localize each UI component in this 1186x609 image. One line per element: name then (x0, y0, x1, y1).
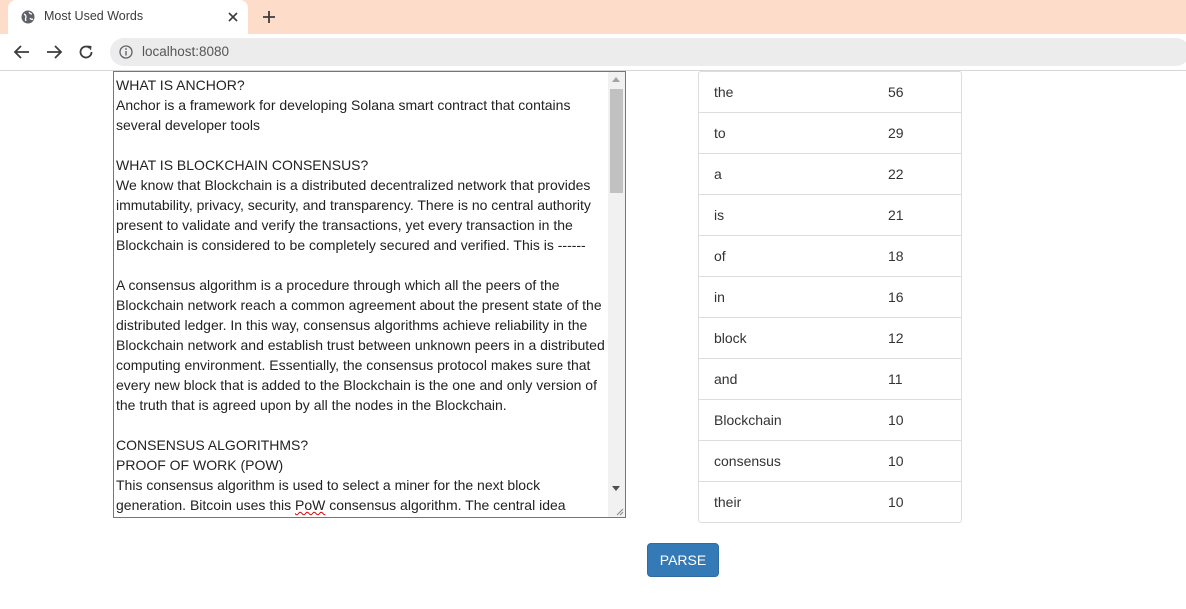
word-cell: the (714, 84, 734, 100)
table-row: in 16 (699, 276, 961, 317)
vertical-scrollbar[interactable] (608, 72, 625, 517)
table-row: consensus 10 (699, 440, 961, 481)
word-count-table: the 56 to 29 a 22 is 21 of 18 in 16 block 12 and 11 Bloc… (698, 71, 962, 523)
table-row: block 12 (699, 317, 961, 358)
count-cell: 10 (888, 453, 904, 469)
tab-title: Most Used Words (44, 9, 144, 23)
browser-toolbar: localhost:8080 (0, 34, 1186, 71)
word-cell: and (714, 371, 738, 387)
tab-strip: Most Used Words (0, 0, 1186, 34)
table-row: of 18 (699, 235, 961, 276)
word-cell: consensus (714, 453, 781, 469)
word-cell: their (714, 494, 742, 510)
word-cell: to (714, 125, 726, 141)
info-icon[interactable] (119, 45, 133, 59)
textarea-content: WHAT IS ANCHOR? Anchor is a framework fo… (116, 75, 608, 515)
word-cell: in (714, 289, 725, 305)
word-cell: a (714, 166, 722, 182)
table-row: the 56 (699, 72, 961, 112)
count-cell: 11 (888, 371, 903, 387)
table-row: to 29 (699, 112, 961, 153)
url-text: localhost:8080 (142, 44, 230, 59)
address-bar[interactable]: localhost:8080 (110, 38, 1186, 66)
count-cell: 16 (888, 289, 904, 305)
scroll-down-arrow-icon[interactable] (612, 486, 620, 491)
scrollbar-thumb[interactable] (610, 89, 623, 193)
textarea-text-main: WHAT IS ANCHOR? Anchor is a framework fo… (116, 77, 605, 513)
browser-tab[interactable]: Most Used Words (8, 0, 248, 34)
count-cell: 22 (888, 166, 904, 182)
table-row: their 10 (699, 481, 961, 522)
textarea-text-tail: consensus algorithm. The central idea (325, 497, 566, 513)
text-input-area[interactable]: WHAT IS ANCHOR? Anchor is a framework fo… (113, 71, 626, 518)
scroll-up-arrow-icon[interactable] (612, 77, 620, 82)
word-cell: is (714, 207, 725, 223)
table-row: and 11 (699, 358, 961, 399)
parse-button[interactable]: PARSE (647, 543, 719, 577)
count-cell: 29 (888, 125, 904, 141)
reload-icon[interactable] (76, 42, 96, 62)
close-tab-icon[interactable] (225, 9, 241, 25)
count-cell: 18 (888, 248, 904, 264)
count-cell: 56 (888, 84, 904, 100)
count-cell: 10 (888, 412, 904, 428)
count-cell: 12 (888, 330, 904, 346)
misspelled-word: PoW (295, 497, 326, 513)
word-cell: of (714, 248, 726, 264)
resize-grip-icon[interactable] (614, 506, 624, 516)
table-row: Blockchain 10 (699, 399, 961, 440)
count-cell: 21 (888, 207, 904, 223)
back-arrow-icon[interactable] (12, 42, 32, 62)
word-cell: block (714, 330, 747, 346)
globe-icon (21, 10, 35, 24)
table-row: is 21 (699, 194, 961, 235)
forward-arrow-icon[interactable] (44, 42, 64, 62)
word-cell: Blockchain (714, 412, 782, 428)
table-row: a 22 (699, 153, 961, 194)
new-tab-icon[interactable] (260, 8, 278, 26)
count-cell: 10 (888, 494, 904, 510)
